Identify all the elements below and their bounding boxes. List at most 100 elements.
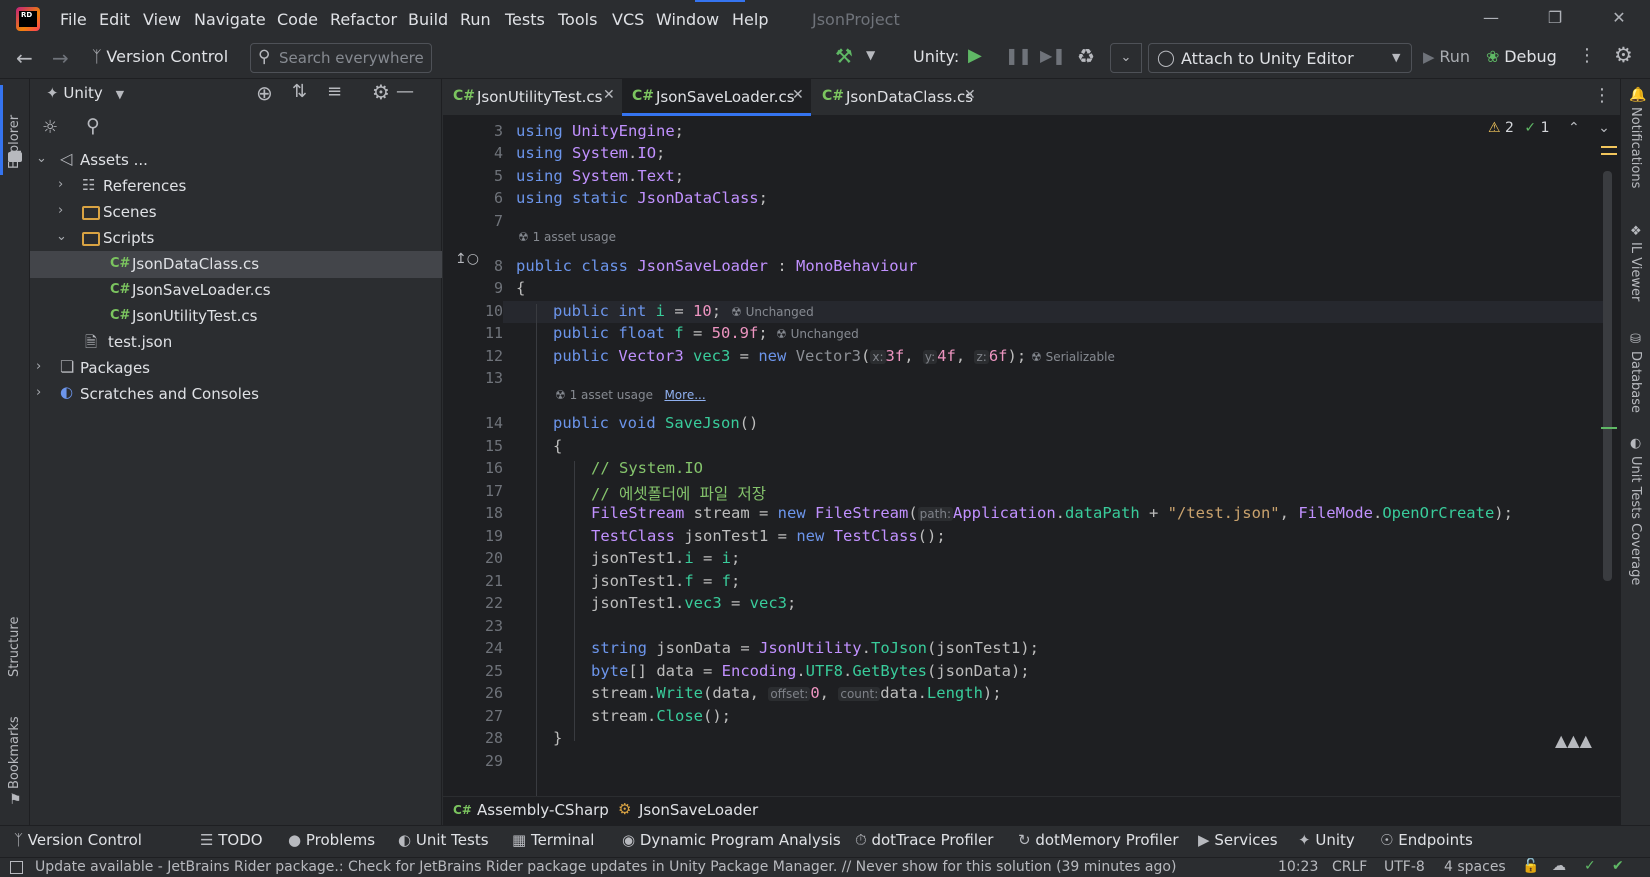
layout-icon[interactable] — [10, 861, 23, 874]
tree-item-scripts[interactable]: ⌄ Scripts — [30, 225, 442, 252]
toolwin-dpa[interactable]: ◉ Dynamic Program Analysis — [622, 831, 841, 849]
toolwin-dottrace[interactable]: ⏱ dotTrace Profiler — [855, 831, 993, 849]
explorer-view-select[interactable]: ✦ Unity ▼ — [46, 84, 124, 102]
tree-item-packages[interactable]: › ❏ Packages — [30, 355, 442, 382]
tab-jsonutilitytest[interactable]: C# JsonUtilityTest.cs ✕ — [443, 79, 621, 116]
menu-help[interactable]: Help — [732, 10, 768, 29]
chevron-down-icon[interactable]: ⌄ — [1598, 120, 1610, 136]
code-lens-serializable[interactable]: ☢ Serializable — [1031, 350, 1115, 364]
menu-navigate[interactable]: Navigate — [194, 10, 266, 29]
more-vertical-icon[interactable]: ⋮ — [1578, 45, 1596, 66]
toolwin-endpoints[interactable]: ☉ Endpoints — [1380, 831, 1473, 849]
caret-position[interactable]: 10:23 — [1278, 859, 1318, 875]
breadcrumb-project[interactable]: Assembly-CSharp — [477, 801, 609, 819]
editor-scrollbar[interactable] — [1603, 171, 1612, 581]
chevron-up-icon[interactable]: ⌃ — [1568, 120, 1580, 136]
unit-tests-coverage-tool-tab[interactable]: Unit Tests Coverage — [1628, 456, 1643, 596]
toolwin-dotmemory[interactable]: ↻ dotMemory Profiler — [1018, 831, 1179, 849]
unity-play-icon[interactable]: ▶ — [968, 45, 982, 66]
menu-window[interactable]: Window — [656, 10, 719, 29]
notifications-tool-tab[interactable]: Notifications — [1628, 107, 1643, 207]
toolwin-problems[interactable]: ● Problems — [288, 831, 375, 849]
filter-icon[interactable]: ☼ — [42, 117, 58, 138]
expand-all-icon[interactable]: ⇅ — [292, 81, 307, 102]
search-everywhere-box[interactable]: ⚲ Search everywhere — [250, 43, 432, 73]
toolwin-todo[interactable]: ☰ TODO — [200, 831, 263, 849]
rider-logo[interactable]: RD — [16, 7, 40, 31]
status-message[interactable]: Update available - JetBrains Rider packa… — [35, 859, 1176, 875]
explorer-search-icon[interactable]: ⚲ — [86, 115, 100, 137]
collapse-all-icon[interactable]: ≡ — [327, 81, 342, 102]
status-ok-icon[interactable]: ✔ — [1612, 858, 1624, 874]
menu-view[interactable]: View — [143, 10, 181, 29]
check-circle-icon[interactable]: ✓ — [1584, 858, 1596, 874]
tree-item-scratches[interactable]: › ◐ Scratches and Consoles — [30, 381, 442, 408]
locate-icon[interactable]: ⊕ — [256, 81, 273, 105]
menu-run[interactable]: Run — [460, 10, 491, 29]
forward-icon[interactable]: → — [52, 46, 69, 70]
code-lens-asset-usage[interactable]: ☢ 1 asset usage — [518, 230, 616, 244]
indent-setting[interactable]: 4 spaces — [1444, 859, 1506, 875]
minimize-icon[interactable]: — — [1479, 8, 1503, 28]
tab-jsonsaveloader[interactable]: C# JsonSaveLoader.cs ✕ — [622, 79, 811, 116]
code-editor[interactable]: 3 4 5 6 7 8 9 10 11 12 13 14 15 16 17 18… — [443, 116, 1620, 796]
line-ending[interactable]: CRLF — [1332, 859, 1367, 875]
toolwin-services[interactable]: ▶ Services — [1198, 831, 1278, 849]
debug-button[interactable]: ❀ Debug — [1486, 47, 1557, 66]
config-chevron-icon[interactable]: ⌄ — [1110, 43, 1142, 73]
close-tab-icon[interactable]: ✕ — [792, 87, 804, 103]
inspection-widget[interactable]: ⚠ 2 ✓ 1 ⌃ ⌄ — [1488, 120, 1610, 136]
lock-icon[interactable]: 🔓 — [1522, 858, 1539, 874]
code-lens-unchanged[interactable]: ☢ Unchanged — [776, 327, 859, 341]
tree-item-testjson[interactable]: 🗎 test.json — [30, 329, 442, 356]
close-tab-icon[interactable]: ✕ — [603, 87, 615, 103]
unity-refresh-icon[interactable]: ♻ — [1077, 44, 1095, 68]
tree-item-jsonsaveloader[interactable]: C# JsonSaveLoader.cs — [30, 277, 442, 304]
vcs-widget[interactable]: ᛉ Version Control — [92, 47, 228, 66]
back-icon[interactable]: ← — [16, 46, 33, 70]
tree-item-assets[interactable]: ⌄ ◁ Assets ... — [30, 147, 442, 174]
settings-gear-icon[interactable]: ⚙ — [1614, 43, 1633, 67]
il-viewer-tool-tab[interactable]: IL Viewer — [1628, 242, 1643, 317]
implements-gutter-icon[interactable]: ↥○ — [455, 251, 479, 267]
menu-build[interactable]: Build — [408, 10, 448, 29]
menu-vcs[interactable]: VCS — [612, 10, 644, 29]
code-lens-asset-usage[interactable]: ☢ 1 asset usage More... — [555, 388, 706, 402]
menu-file[interactable]: File — [60, 10, 87, 29]
panel-settings-icon[interactable]: ⚙ — [372, 80, 390, 104]
menu-tools[interactable]: Tools — [558, 10, 597, 29]
restore-icon[interactable]: ❐ — [1543, 8, 1567, 28]
unity-step-icon[interactable]: ▶❚ — [1040, 46, 1066, 65]
build-dropdown-icon[interactable]: ▼ — [866, 48, 875, 62]
close-tab-icon[interactable]: ✕ — [964, 87, 976, 103]
close-window-icon[interactable]: ✕ — [1607, 8, 1631, 28]
run-config-select[interactable]: ◯ Attach to Unity Editor ▼ — [1148, 43, 1412, 73]
tree-item-references[interactable]: › ☷ References — [30, 173, 442, 200]
menu-code[interactable]: Code — [277, 10, 318, 29]
reader-mode-icon[interactable]: ▲▲▲ — [1555, 731, 1592, 750]
build-hammer-icon[interactable]: ⚒ — [835, 44, 853, 68]
menu-edit[interactable]: Edit — [99, 10, 130, 29]
cloud-icon[interactable]: ☁ — [1552, 858, 1566, 874]
unity-pause-icon[interactable]: ❚❚ — [1005, 46, 1032, 65]
notifications-icon[interactable]: 🔔 — [1629, 87, 1646, 103]
more-link[interactable]: More... — [664, 388, 705, 402]
toolwin-unity[interactable]: ✦ Unity — [1298, 831, 1355, 849]
tab-jsondataclass[interactable]: C# JsonDataClass.cs ✕ — [812, 79, 982, 116]
code-lens-unchanged[interactable]: ☢ Unchanged — [731, 305, 814, 319]
toolwin-terminal[interactable]: ▦ Terminal — [512, 831, 594, 849]
file-encoding[interactable]: UTF-8 — [1384, 859, 1425, 875]
toolwin-unit-tests[interactable]: ◐ Unit Tests — [398, 831, 489, 849]
breadcrumb-class[interactable]: JsonSaveLoader — [639, 801, 758, 819]
tree-item-jsonutilitytest[interactable]: C# JsonUtilityTest.cs — [30, 303, 442, 330]
bookmarks-tool-tab[interactable]: Bookmarks — [7, 709, 22, 789]
tree-item-jsondataclass[interactable]: C# JsonDataClass.cs — [30, 251, 442, 278]
tab-options-icon[interactable]: ⋮ — [1593, 85, 1611, 106]
toolwin-version-control[interactable]: ᛉ Version Control — [14, 831, 142, 849]
hide-panel-icon[interactable]: — — [396, 81, 414, 102]
structure-tool-tab[interactable]: Structure — [7, 607, 22, 677]
run-button[interactable]: ▶ Run — [1423, 47, 1470, 66]
menu-refactor[interactable]: Refactor — [330, 10, 397, 29]
tree-item-scenes[interactable]: › Scenes — [30, 199, 442, 226]
database-tool-tab[interactable]: Database — [1628, 351, 1643, 421]
